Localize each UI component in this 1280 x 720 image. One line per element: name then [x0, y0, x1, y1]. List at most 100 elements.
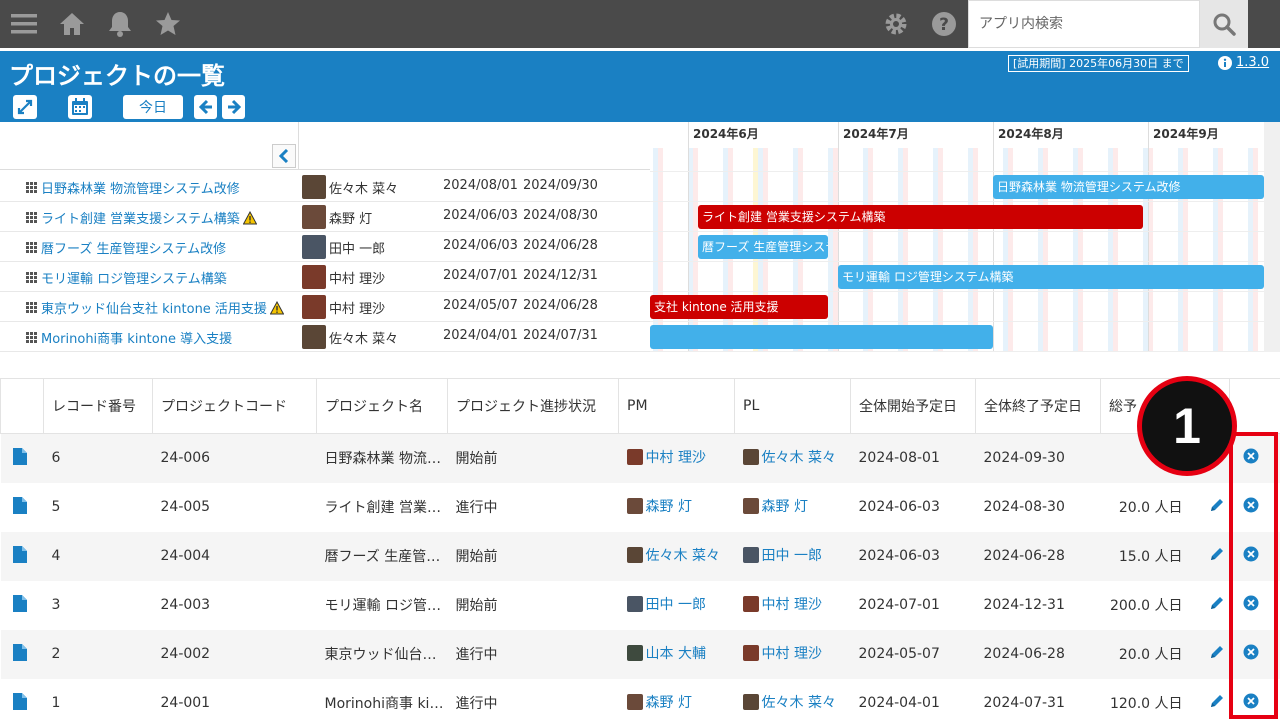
menu-icon[interactable] [8, 8, 40, 40]
column-header-project-name[interactable]: プロジェクト名 [316, 378, 448, 434]
document-icon[interactable] [12, 594, 27, 612]
document-icon[interactable] [12, 496, 27, 514]
document-icon[interactable] [12, 447, 27, 465]
user-link[interactable]: 山本 大輔 [626, 643, 706, 663]
prev-button[interactable] [194, 95, 217, 119]
gantt-bar[interactable]: 暦フーズ 生産管理システム改修 [698, 235, 828, 259]
table-row: 424-004暦フーズ 生産管理システム改修開始前 佐々木 菜々 田中 一郎 2024… [0, 531, 1280, 581]
search-input[interactable] [969, 1, 1199, 47]
user-link[interactable]: 中村 理沙 [742, 643, 822, 663]
expand-button[interactable] [13, 95, 37, 119]
search-field[interactable] [968, 0, 1200, 48]
user-name[interactable]: 森野 灯 [646, 692, 692, 712]
gantt-project-link[interactable]: Morinohi商事 kintone 導入支援 [26, 328, 232, 347]
next-button[interactable] [222, 95, 245, 119]
user-name[interactable]: 田中 一郎 [762, 545, 822, 565]
pencil-icon[interactable] [1209, 497, 1225, 513]
user-name[interactable]: 佐々木 菜々 [762, 447, 836, 467]
user-link[interactable]: 佐々木 菜々 [742, 447, 836, 467]
column-header-record-number[interactable]: レコード番号 [43, 378, 153, 434]
column-header-end-date[interactable]: 全体終了予定日 [975, 378, 1101, 434]
column-header-pl[interactable]: PL [734, 378, 851, 434]
gantt-row: 暦フーズ 生産管理システム改修 田中 一郎 2024/06/03 2024/06/28 [0, 232, 650, 262]
version-number[interactable]: 1.3.0 [1236, 55, 1269, 70]
user-name[interactable]: 森野 灯 [762, 496, 808, 516]
user-name[interactable]: 山本 大輔 [646, 643, 706, 663]
gantt-project-name[interactable]: モリ運輸 ロジ管理システム構築 [41, 268, 227, 287]
project-code: 24-003 [152, 580, 317, 630]
user-link[interactable]: 佐々木 菜々 [742, 692, 836, 712]
gantt-project-link[interactable]: モリ運輸 ロジ管理システム構築 [26, 268, 227, 287]
version-info[interactable]: 1.3.0 [1218, 55, 1269, 70]
document-icon[interactable] [12, 692, 27, 710]
column-header-project-code[interactable]: プロジェクトコード [152, 378, 317, 434]
table-row: 324-003モリ運輸 ロジ管理システム構築開始前 田中 一郎 中村 理沙 2024-… [0, 580, 1280, 630]
warning-icon [269, 300, 284, 314]
user-name[interactable]: 中村 理沙 [762, 594, 822, 614]
user-link[interactable]: 中村 理沙 [626, 447, 706, 467]
gantt-project-link[interactable]: 日野森林業 物流管理システム改修 [26, 178, 240, 197]
table-row: 624-006日野森林業 物流管理システム改修開始前 中村 理沙 佐々木 菜々 202… [0, 433, 1280, 483]
search-button[interactable] [1200, 0, 1248, 48]
bell-icon[interactable] [104, 8, 136, 40]
gantt-project-name[interactable]: 暦フーズ 生産管理システム改修 [41, 238, 226, 257]
total-effort: 20.0 人日 [1100, 629, 1195, 679]
user-link[interactable]: 佐々木 菜々 [626, 545, 720, 565]
record-number: 1 [43, 678, 153, 720]
progress-status: 開始前 [447, 433, 619, 483]
avatar [742, 645, 759, 661]
user-name[interactable]: 中村 理沙 [646, 447, 706, 467]
today-button[interactable]: 今日 [123, 95, 183, 119]
avatar [302, 265, 326, 289]
gantt-bar[interactable]: 支社 kintone 活用支援 [650, 295, 828, 319]
user-name[interactable]: 森野 灯 [646, 496, 692, 516]
pencil-icon[interactable] [1209, 693, 1225, 709]
user-link[interactable]: 田中 一郎 [742, 545, 822, 565]
user-name[interactable]: 佐々木 菜々 [646, 545, 720, 565]
document-icon[interactable] [12, 643, 27, 661]
user-link[interactable]: 田中 一郎 [626, 594, 706, 614]
gantt-bar[interactable]: モリ運輸 ロジ管理システム構築 [838, 265, 1264, 289]
gantt-end-date: 2024/09/30 [523, 178, 598, 193]
gantt-project-link[interactable]: 東京ウッド仙台支社 kintone 活用支援 [26, 298, 284, 317]
column-header-start-date[interactable]: 全体開始予定日 [850, 378, 976, 434]
avatar [302, 295, 326, 319]
gantt-project-name[interactable]: ライト創建 営業支援システム構築 [41, 208, 240, 227]
column-header-pm[interactable]: PM [618, 378, 735, 434]
avatar [742, 596, 759, 612]
user-link[interactable]: 森野 灯 [626, 692, 692, 712]
pencil-icon[interactable] [1209, 595, 1225, 611]
pencil-icon[interactable] [1209, 546, 1225, 562]
gantt-project-name[interactable]: Morinohi商事 kintone 導入支援 [41, 328, 232, 347]
avatar [302, 235, 326, 259]
gantt-project-link[interactable]: 暦フーズ 生産管理システム改修 [26, 238, 226, 257]
gantt-bar[interactable] [650, 325, 993, 349]
user-name[interactable]: 田中 一郎 [646, 594, 706, 614]
gantt-project-name[interactable]: 日野森林業 物流管理システム改修 [41, 178, 240, 197]
gantt-bar[interactable]: 日野森林業 物流管理システム改修 [993, 175, 1264, 199]
gantt-project-name[interactable]: 東京ウッド仙台支社 kintone 活用支援 [41, 298, 267, 317]
document-icon[interactable] [12, 545, 27, 563]
project-name: モリ運輸 ロジ管理システム構築 [316, 580, 448, 630]
gantt-scrollbar[interactable] [1264, 122, 1280, 352]
pencil-icon[interactable] [1209, 644, 1225, 660]
collapse-button[interactable] [272, 144, 296, 168]
gantt-project-link[interactable]: ライト創建 営業支援システム構築 [26, 208, 257, 227]
user-name[interactable]: 佐々木 菜々 [762, 692, 836, 712]
app-header: プロジェクトの一覧 [試用期間] 2025年06月30日 まで 1.3.0 今日 [0, 51, 1280, 122]
user-link[interactable]: 中村 理沙 [742, 594, 822, 614]
avatar [742, 547, 759, 563]
gantt-bar[interactable]: ライト創建 営業支援システム構築 [698, 205, 1143, 229]
start-date: 2024-08-01 [850, 433, 976, 483]
user-link[interactable]: 森野 灯 [626, 496, 692, 516]
column-header-progress[interactable]: プロジェクト進捗状況 [447, 378, 619, 434]
gantt-end-date: 2024/07/31 [523, 328, 598, 343]
home-icon[interactable] [56, 8, 88, 40]
calendar-button[interactable] [68, 95, 92, 119]
gear-icon[interactable] [880, 8, 912, 40]
grid-icon [26, 272, 37, 283]
star-icon[interactable] [152, 8, 184, 40]
help-icon[interactable]: ? [928, 8, 960, 40]
user-link[interactable]: 森野 灯 [742, 496, 808, 516]
user-name[interactable]: 中村 理沙 [762, 643, 822, 663]
